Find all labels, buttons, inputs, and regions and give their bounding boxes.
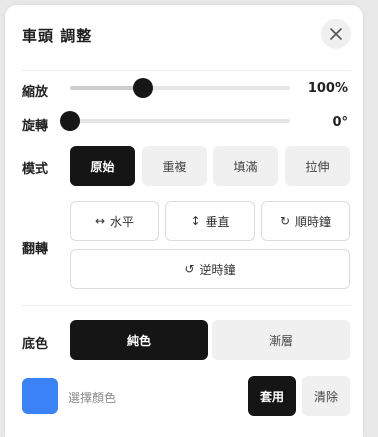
divider [22, 305, 351, 306]
rotate-counterclockwise-label: 逆時鐘 [199, 262, 236, 277]
background-label: 底色 [22, 337, 49, 352]
mode-fill-button[interactable]: 填滿 [213, 146, 278, 186]
vertical-arrows-icon: ↕ [190, 214, 201, 228]
zoom-slider[interactable] [70, 78, 290, 98]
flip-label: 翻轉 [22, 242, 49, 257]
mode-stretch-button[interactable]: 拉伸 [285, 146, 350, 186]
rotate-counterclockwise-icon: ↺ [184, 262, 195, 276]
apply-button[interactable]: 套用 [248, 376, 296, 416]
rotate-clockwise-button[interactable]: ↻ 順時鐘 [261, 201, 350, 241]
horizontal-arrows-icon: ↔ [94, 214, 106, 228]
flip-vertical-button[interactable]: ↕ 垂直 [165, 201, 255, 241]
zoom-label: 縮放 [22, 85, 49, 100]
close-icon [330, 28, 342, 40]
mode-label: 模式 [22, 162, 49, 177]
mode-repeat-button[interactable]: 重複 [142, 146, 207, 186]
rotate-clockwise-label: 順時鐘 [295, 214, 332, 229]
background-solid-button[interactable]: 純色 [70, 320, 208, 360]
color-swatch[interactable] [22, 378, 58, 414]
rotate-value: 0° [332, 115, 348, 130]
flip-horizontal-label: 水平 [110, 214, 135, 229]
close-button[interactable] [321, 19, 351, 49]
zoom-value: 100% [307, 81, 348, 96]
zoom-slider-thumb[interactable] [132, 78, 153, 98]
divider [22, 70, 351, 71]
clear-button[interactable]: 清除 [302, 376, 350, 416]
select-color-label[interactable]: 選擇顏色 [68, 389, 116, 406]
flip-vertical-label: 垂直 [205, 214, 230, 229]
rotate-clockwise-icon: ↻ [279, 214, 291, 228]
adjust-panel: 車頭 調整 縮放 100% 旋轉 0° 模式 原始 重複 填滿 拉伸 翻轉 ↔ … [5, 5, 363, 437]
mode-original-button[interactable]: 原始 [70, 146, 135, 186]
rotate-counterclockwise-button[interactable]: ↺ 逆時鐘 [70, 249, 350, 289]
zoom-slider-fill [70, 86, 143, 90]
panel-title: 車頭 調整 [22, 27, 93, 45]
rotate-label: 旋轉 [22, 119, 49, 134]
rotate-slider-thumb[interactable] [60, 111, 80, 131]
rotate-slider[interactable] [60, 111, 290, 131]
background-gradient-button[interactable]: 漸層 [212, 320, 350, 360]
flip-horizontal-button[interactable]: ↔ 水平 [70, 201, 159, 241]
